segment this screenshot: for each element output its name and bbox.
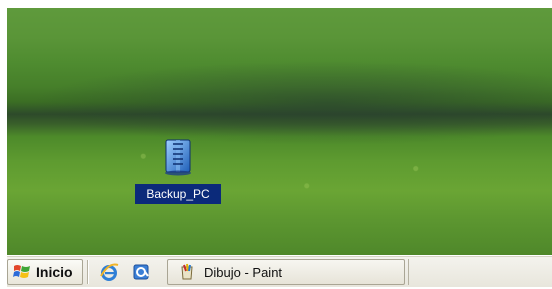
outlook-express-icon[interactable] <box>131 262 151 282</box>
backup-archive-icon <box>159 136 197 176</box>
windows-logo-icon <box>12 262 32 282</box>
start-button-label: Inicio <box>36 264 73 280</box>
taskbar-button-label: Dibujo - Paint <box>204 264 283 280</box>
desktop[interactable]: Backup_PC <box>7 8 552 255</box>
paint-icon <box>178 263 196 281</box>
taskbar-button-paint[interactable]: Dibujo - Paint <box>167 259 405 285</box>
taskbar-end-divider <box>408 259 410 285</box>
taskbar: Inicio Dibujo - Paint <box>7 255 552 287</box>
taskbar-divider <box>87 260 89 284</box>
start-button[interactable]: Inicio <box>7 259 83 285</box>
desktop-icon-label: Backup_PC <box>135 184 221 204</box>
internet-explorer-icon[interactable] <box>99 262 119 282</box>
screen: Backup_PC Inicio Dibujo - Paint <box>0 0 552 289</box>
desktop-icon-backup-pc[interactable]: Backup_PC <box>135 136 221 216</box>
